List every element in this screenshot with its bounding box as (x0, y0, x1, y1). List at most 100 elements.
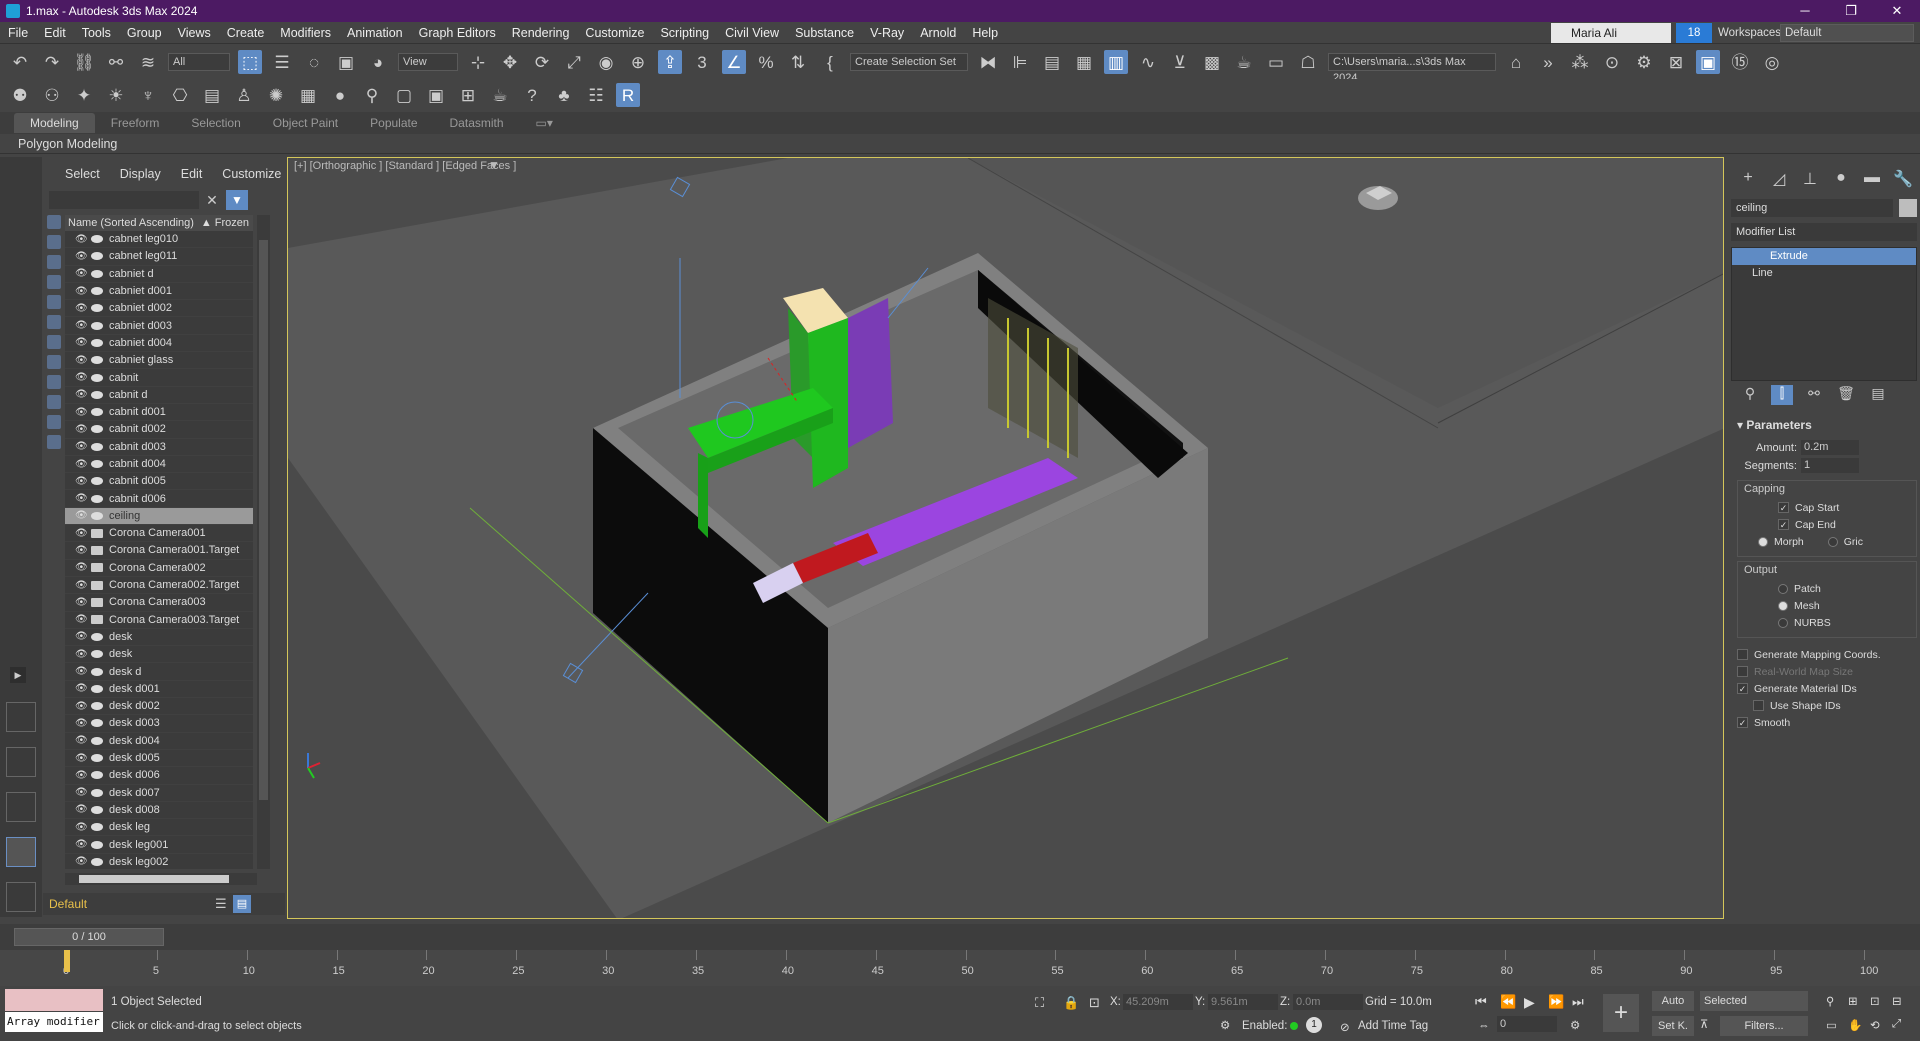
viewport-filter-icon[interactable]: ▼ (488, 158, 500, 172)
visibility-eye-icon[interactable]: 👁 (75, 268, 89, 279)
percent-snap-icon[interactable]: % (754, 50, 778, 74)
scene-object-row[interactable]: 👁 cabniet d002 (65, 300, 253, 318)
scene-object-row[interactable]: 👁 Corona Camera003 (65, 594, 253, 612)
maximize-button[interactable]: ❐ (1828, 0, 1874, 22)
frame-field-icon[interactable]: ⇔ (1478, 1020, 1490, 1032)
scene-object-row[interactable]: 👁 Corona Camera001.Target (65, 542, 253, 560)
toggle-scene-explorer-icon[interactable]: ▤ (1040, 50, 1064, 74)
material-library-icon[interactable]: ● (328, 83, 352, 107)
project-icon[interactable]: ⌂ (1504, 50, 1528, 74)
filter-frozen-icon[interactable] (47, 415, 61, 429)
placement-icon[interactable]: ◉ (594, 50, 618, 74)
mirror-icon[interactable]: ⧓ (976, 50, 1000, 74)
snaps-toggle-icon[interactable]: 3 (690, 50, 714, 74)
time-slider[interactable]: 0 / 100 (14, 928, 164, 946)
tab-selection[interactable]: Selection (175, 113, 256, 133)
scene-object-row[interactable]: 👁 cabnit d003 (65, 439, 253, 456)
render-production-icon[interactable]: ☖ (1296, 50, 1320, 74)
render-setup-icon[interactable]: ☕ (1232, 50, 1256, 74)
selection-filter-dropdown[interactable]: All (168, 53, 230, 71)
isolate-icon[interactable]: ⛶ (1035, 995, 1044, 1011)
decal-icon[interactable]: ▦ (296, 83, 320, 107)
real-world-checkbox[interactable]: Real-World Map Size (1737, 663, 1917, 680)
filter-xrefs-icon[interactable] (47, 355, 61, 369)
filter-shapes-icon[interactable] (47, 235, 61, 249)
visibility-eye-icon[interactable]: 👁 (75, 493, 89, 504)
layout-tab-1[interactable] (6, 702, 36, 732)
visibility-eye-icon[interactable]: 👁 (75, 631, 89, 642)
key-filters-button[interactable]: Filters... (1720, 1016, 1808, 1036)
scene-object-row[interactable]: 👁 Corona Camera003.Target (65, 612, 253, 629)
se-tab-display[interactable]: Display (120, 167, 161, 181)
scene-object-row[interactable]: 👁 desk leg (65, 819, 253, 837)
ribbon-options-icon[interactable]: ▭▾ (520, 113, 569, 133)
scene-object-row[interactable]: 👁 cabnet leg011 (65, 248, 253, 266)
visibility-eye-icon[interactable]: 👁 (75, 372, 89, 383)
current-frame-field[interactable]: 0 (1497, 1016, 1557, 1032)
clear-search-icon[interactable]: ✕ (203, 190, 221, 210)
menu-arnold[interactable]: Arnold (912, 22, 964, 44)
nurbs-radio[interactable]: NURBS (1744, 614, 1910, 631)
scene-object-row[interactable]: 👁 cabniet glass (65, 352, 253, 370)
scene-object-row[interactable]: 👁 desk d005 (65, 750, 253, 768)
visibility-eye-icon[interactable]: 👁 (75, 614, 89, 625)
gen-mapping-checkbox[interactable]: Generate Mapping Coords. (1737, 646, 1917, 663)
adaptive-degradation-icon[interactable]: ⚙ (1220, 1018, 1230, 1032)
hierarchy-tab-icon[interactable]: ⊥ (1799, 169, 1821, 189)
visibility-eye-icon[interactable]: 👁 (75, 476, 89, 487)
schematic-view-icon[interactable]: ⊻ (1168, 50, 1192, 74)
scene-object-row[interactable]: 👁 desk d003 (65, 715, 253, 733)
prev-frame-icon[interactable]: ⏪ (1500, 994, 1516, 1010)
extra-tool-6-icon[interactable]: ⑮ (1728, 50, 1752, 74)
key-filter-icon[interactable]: ⊼ (1700, 1017, 1708, 1031)
menu-help[interactable]: Help (964, 22, 1006, 44)
scene-object-row[interactable]: 👁 desk d002 (65, 698, 253, 716)
visibility-eye-icon[interactable]: 👁 (75, 580, 89, 591)
visibility-eye-icon[interactable]: 👁 (75, 303, 89, 314)
grid-radio[interactable]: Gric (1827, 533, 1863, 550)
field-of-view-icon[interactable]: ▭ (1826, 1018, 1837, 1032)
filter-icon[interactable]: ▼ (226, 190, 248, 210)
selection-region-icon[interactable]: ◌ (302, 50, 326, 74)
go-to-start-icon[interactable]: ⏮ (1475, 994, 1487, 1010)
scene-object-row[interactable]: 👁 cabnet leg010 (65, 231, 253, 249)
overflow-icon[interactable]: » (1536, 50, 1560, 74)
help-icon[interactable]: ? (520, 83, 544, 107)
visibility-eye-icon[interactable]: 👁 (75, 528, 89, 539)
bind-space-warp-icon[interactable]: ≋ (136, 50, 160, 74)
scene-object-row[interactable]: 👁 Corona Camera002 (65, 560, 253, 577)
menu-create[interactable]: Create (219, 22, 273, 44)
menu-substance[interactable]: Substance (787, 22, 862, 44)
pivot-center-icon[interactable]: ⊹ (466, 50, 490, 74)
zoom-extents-all-icon[interactable]: ⊟ (1892, 994, 1902, 1008)
scene-object-row[interactable]: 👁 desk d006 (65, 767, 253, 785)
render-region-icon[interactable]: ▣ (424, 83, 448, 107)
modifier-list-dropdown[interactable]: Modifier List (1731, 223, 1917, 241)
scene-object-row[interactable]: 👁 desk d001 (65, 681, 253, 699)
filter-cameras-icon[interactable] (47, 275, 61, 289)
tree-icon[interactable]: ♣ (552, 83, 576, 107)
extra-tool-3-icon[interactable]: ⚙ (1632, 50, 1656, 74)
window-crossing-icon[interactable]: ▣ (334, 50, 358, 74)
unlink-icon[interactable]: ⚯ (104, 50, 128, 74)
extra-tool-7-icon[interactable]: ◎ (1760, 50, 1784, 74)
close-button[interactable]: ✕ (1874, 0, 1920, 22)
patch-radio[interactable]: Patch (1744, 580, 1910, 597)
enabled-indicator[interactable] (1290, 1022, 1298, 1030)
menu-rendering[interactable]: Rendering (504, 22, 578, 44)
corona-light-icon[interactable]: ♆ (136, 83, 160, 107)
perspective-viewport[interactable]: [+] [Orthographic ] [Standard ] [Edged F… (287, 157, 1724, 919)
orbit-icon[interactable]: ⟲ (1870, 1018, 1880, 1032)
tab-datasmith[interactable]: Datasmith (434, 113, 520, 133)
zoom-all-icon[interactable]: ⊞ (1848, 994, 1858, 1008)
visibility-eye-icon[interactable]: 👁 (75, 649, 89, 660)
layer-explorer-icon[interactable]: ▦ (1072, 50, 1096, 74)
scene-object-row[interactable]: 👁 cabnit d004 (65, 456, 253, 474)
menu-vray[interactable]: V-Ray (862, 22, 912, 44)
mesh-radio[interactable]: Mesh (1744, 597, 1910, 614)
redo-icon[interactable]: ↷ (40, 50, 64, 74)
material-editor-icon[interactable]: ▩ (1200, 50, 1224, 74)
absolute-mode-icon[interactable]: ⊡ (1089, 995, 1100, 1011)
scene-object-row[interactable]: 👁 desk d007 (65, 785, 253, 802)
polygon-modeling-label[interactable]: Polygon Modeling (18, 137, 117, 151)
